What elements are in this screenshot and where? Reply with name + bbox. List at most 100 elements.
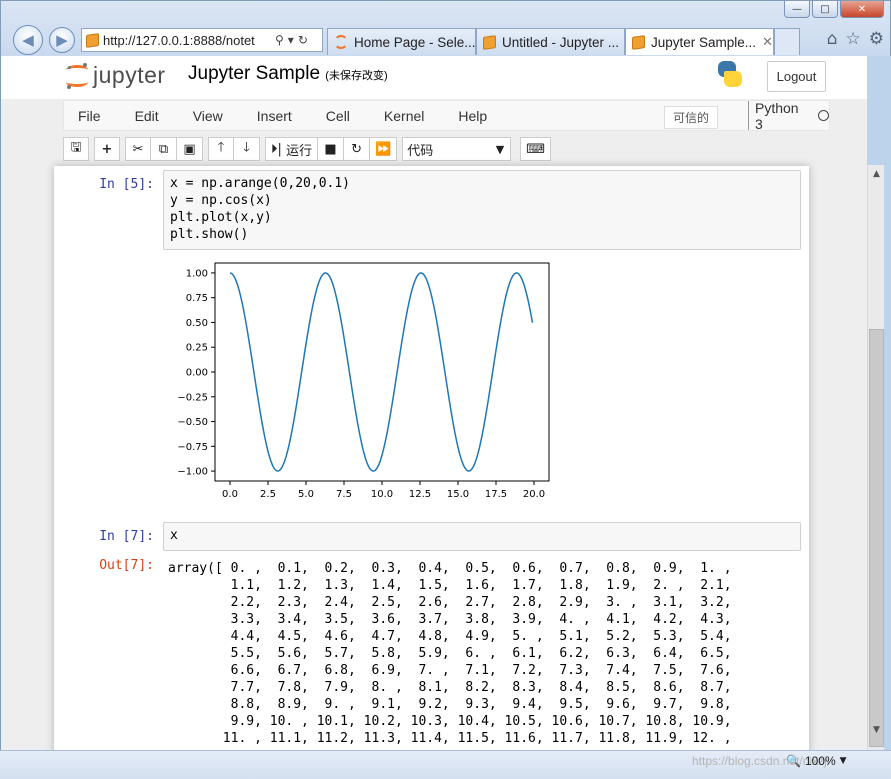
dropdown-icon[interactable]: ▾ bbox=[288, 33, 294, 47]
output-prompt: Out[7]: bbox=[99, 558, 154, 573]
window-border bbox=[884, 56, 891, 750]
address-bar[interactable]: http://127.0.0.1:8888/notet ⚲ ▾ ↻ bbox=[81, 28, 323, 52]
new-tab-button[interactable] bbox=[774, 28, 800, 55]
command-palette-button[interactable]: ⌨ bbox=[520, 137, 551, 161]
fast-forward-icon: ⏩ bbox=[375, 141, 392, 157]
y-tick-label: 0.75 bbox=[186, 293, 208, 304]
interrupt-button[interactable]: ■ bbox=[318, 137, 345, 161]
refresh-icon[interactable]: ↻ bbox=[298, 33, 308, 47]
favorites-star-icon[interactable]: ☆ bbox=[846, 29, 861, 49]
run-button[interactable]: ⏵| 运行 bbox=[265, 137, 319, 161]
cut-button[interactable]: ✂ bbox=[125, 137, 151, 161]
move-down-button[interactable]: 🡓 bbox=[234, 137, 260, 161]
close-tab-icon[interactable]: ✕ bbox=[762, 35, 773, 50]
output-line: 6.6, 6.7, 6.8, 6.9, 7. , 7.1, 7.2, 7.3, … bbox=[168, 663, 732, 678]
input-prompt: In [5]: bbox=[99, 177, 154, 192]
notebook-name[interactable]: Jupyter Sample bbox=[188, 63, 320, 84]
restart-icon: ↻ bbox=[351, 141, 362, 157]
cell-type-select[interactable]: 代码 ▼ bbox=[402, 137, 512, 161]
code-cell-input[interactable]: x bbox=[163, 522, 801, 551]
copy-button[interactable]: ⧉ bbox=[151, 137, 177, 161]
tab-jupyter-sample[interactable]: Jupyter Sample... ✕ bbox=[625, 28, 774, 55]
input-prompt: In [7]: bbox=[99, 529, 154, 544]
tab-strip: Home Page - Sele... Untitled - Jupyter .… bbox=[327, 28, 800, 55]
scroll-down-icon[interactable]: ▼ bbox=[868, 721, 885, 738]
menu-kernel[interactable]: Kernel bbox=[370, 108, 444, 124]
browser-chrome: — □ ✕ ◀ ▶ http://127.0.0.1:8888/notet ⚲ … bbox=[0, 0, 891, 56]
arrow-down-icon: 🡓 bbox=[243, 140, 250, 155]
notebook-title[interactable]: Jupyter Sample (未保存改变) bbox=[188, 63, 388, 85]
x-tick-label: 20.0 bbox=[523, 489, 545, 500]
menu-help[interactable]: Help bbox=[444, 108, 507, 124]
chevron-down-icon: ▼ bbox=[839, 756, 847, 766]
arrow-left-icon: ◀ bbox=[22, 31, 34, 49]
x-tick-label: 15.0 bbox=[447, 489, 469, 500]
logo-text: jupyter bbox=[93, 62, 166, 88]
zoom-control[interactable]: 🔍 100% ▼ bbox=[786, 754, 847, 768]
back-button[interactable]: ◀ bbox=[13, 25, 43, 55]
chevron-down-icon: ▼ bbox=[495, 142, 505, 156]
restart-run-all-button[interactable]: ⏩ bbox=[370, 137, 398, 161]
gear-icon[interactable]: ⚙ bbox=[869, 29, 884, 49]
jupyter-icon bbox=[334, 35, 348, 49]
close-window-button[interactable]: ✕ bbox=[840, 1, 884, 18]
code-line: plt.show() bbox=[170, 227, 249, 242]
cell-output: array([ 0. , 0.1, 0.2, 0.3, 0.4, 0.5, 0.… bbox=[168, 560, 732, 747]
insert-cell-button[interactable]: + bbox=[94, 137, 120, 161]
page-icon bbox=[632, 34, 645, 50]
output-line: 9.9, 10. , 10.1, 10.2, 10.3, 10.4, 10.5,… bbox=[168, 714, 732, 729]
scrollbar-thumb[interactable] bbox=[869, 329, 884, 747]
save-button[interactable]: 🖫 bbox=[63, 137, 89, 161]
code-line: y = np.cos(x) bbox=[170, 193, 272, 208]
page-viewport: jupyter Jupyter Sample (未保存改变) Logout Fi… bbox=[0, 56, 867, 750]
maximize-button[interactable]: □ bbox=[812, 1, 838, 18]
home-icon[interactable]: ⌂ bbox=[827, 29, 838, 49]
code-line: x = np.arange(0,20,0.1) bbox=[170, 176, 351, 191]
minimize-button[interactable]: — bbox=[784, 1, 810, 18]
jupyter-logo[interactable]: jupyter bbox=[65, 62, 166, 89]
code-line: x bbox=[170, 528, 178, 543]
logout-button[interactable]: Logout bbox=[767, 61, 826, 92]
stop-icon: ■ bbox=[324, 141, 337, 157]
x-tick-label: 17.5 bbox=[485, 489, 507, 500]
x-tick-label: 10.0 bbox=[371, 489, 393, 500]
save-icon: 🖫 bbox=[70, 140, 82, 155]
scroll-up-icon[interactable]: ▲ bbox=[868, 165, 885, 182]
zoom-level: 100% bbox=[804, 754, 836, 768]
menu-view[interactable]: View bbox=[179, 108, 243, 124]
y-tick-label: −0.25 bbox=[177, 392, 208, 403]
paste-button[interactable]: ▣ bbox=[177, 137, 203, 161]
step-forward-icon: ⏵| bbox=[271, 141, 282, 157]
autosave-status: (未保存改变) bbox=[325, 70, 388, 82]
forward-button[interactable]: ▶ bbox=[49, 27, 75, 53]
output-line: 5.5, 5.6, 5.7, 5.8, 5.9, 6. , 6.1, 6.2, … bbox=[168, 646, 732, 661]
tab-label: Untitled - Jupyter ... bbox=[502, 34, 620, 50]
tab-home-page[interactable]: Home Page - Sele... bbox=[327, 28, 476, 55]
menu-edit[interactable]: Edit bbox=[121, 108, 179, 124]
output-line: array([ 0. , 0.1, 0.2, 0.3, 0.4, 0.5, 0.… bbox=[168, 561, 732, 576]
search-icon[interactable]: ⚲ bbox=[275, 33, 284, 47]
paste-icon: ▣ bbox=[183, 141, 196, 157]
notebook-container: In [5]: x = np.arange(0,20,0.1) y = np.co… bbox=[54, 166, 809, 750]
menu-cell[interactable]: Cell bbox=[312, 108, 370, 124]
command-icons: ⌂ ☆ ⚙ bbox=[827, 29, 884, 49]
address-text[interactable]: http://127.0.0.1:8888/notet bbox=[103, 33, 271, 48]
x-tick-label: 0.0 bbox=[222, 489, 238, 500]
output-line: 8.8, 8.9, 9. , 9.1, 9.2, 9.3, 9.4, 9.5, … bbox=[168, 697, 732, 712]
y-tick-label: −0.50 bbox=[177, 417, 208, 428]
kernel-idle-icon bbox=[818, 110, 829, 121]
scissors-icon: ✂ bbox=[132, 141, 144, 157]
output-line: 2.2, 2.3, 2.4, 2.5, 2.6, 2.7, 2.8, 2.9, … bbox=[168, 595, 732, 610]
move-up-button[interactable]: 🡑 bbox=[208, 137, 234, 161]
tab-untitled[interactable]: Untitled - Jupyter ... bbox=[476, 28, 625, 55]
vertical-scrollbar[interactable]: ▲ ▼ bbox=[867, 165, 884, 750]
trusted-indicator[interactable]: 可信的 bbox=[664, 106, 719, 129]
restart-button[interactable]: ↻ bbox=[344, 137, 371, 161]
jupyter-logo-icon bbox=[65, 62, 89, 89]
menu-insert[interactable]: Insert bbox=[243, 108, 312, 124]
code-cell-input[interactable]: x = np.arange(0,20,0.1) y = np.cos(x) plt.… bbox=[163, 170, 801, 250]
kernel-name: Python 3 bbox=[755, 99, 799, 132]
keyboard-icon: ⌨ bbox=[526, 141, 545, 157]
output-line: 11. , 11.1, 11.2, 11.3, 11.4, 11.5, 11.6… bbox=[168, 731, 732, 746]
menu-file[interactable]: File bbox=[64, 108, 121, 124]
